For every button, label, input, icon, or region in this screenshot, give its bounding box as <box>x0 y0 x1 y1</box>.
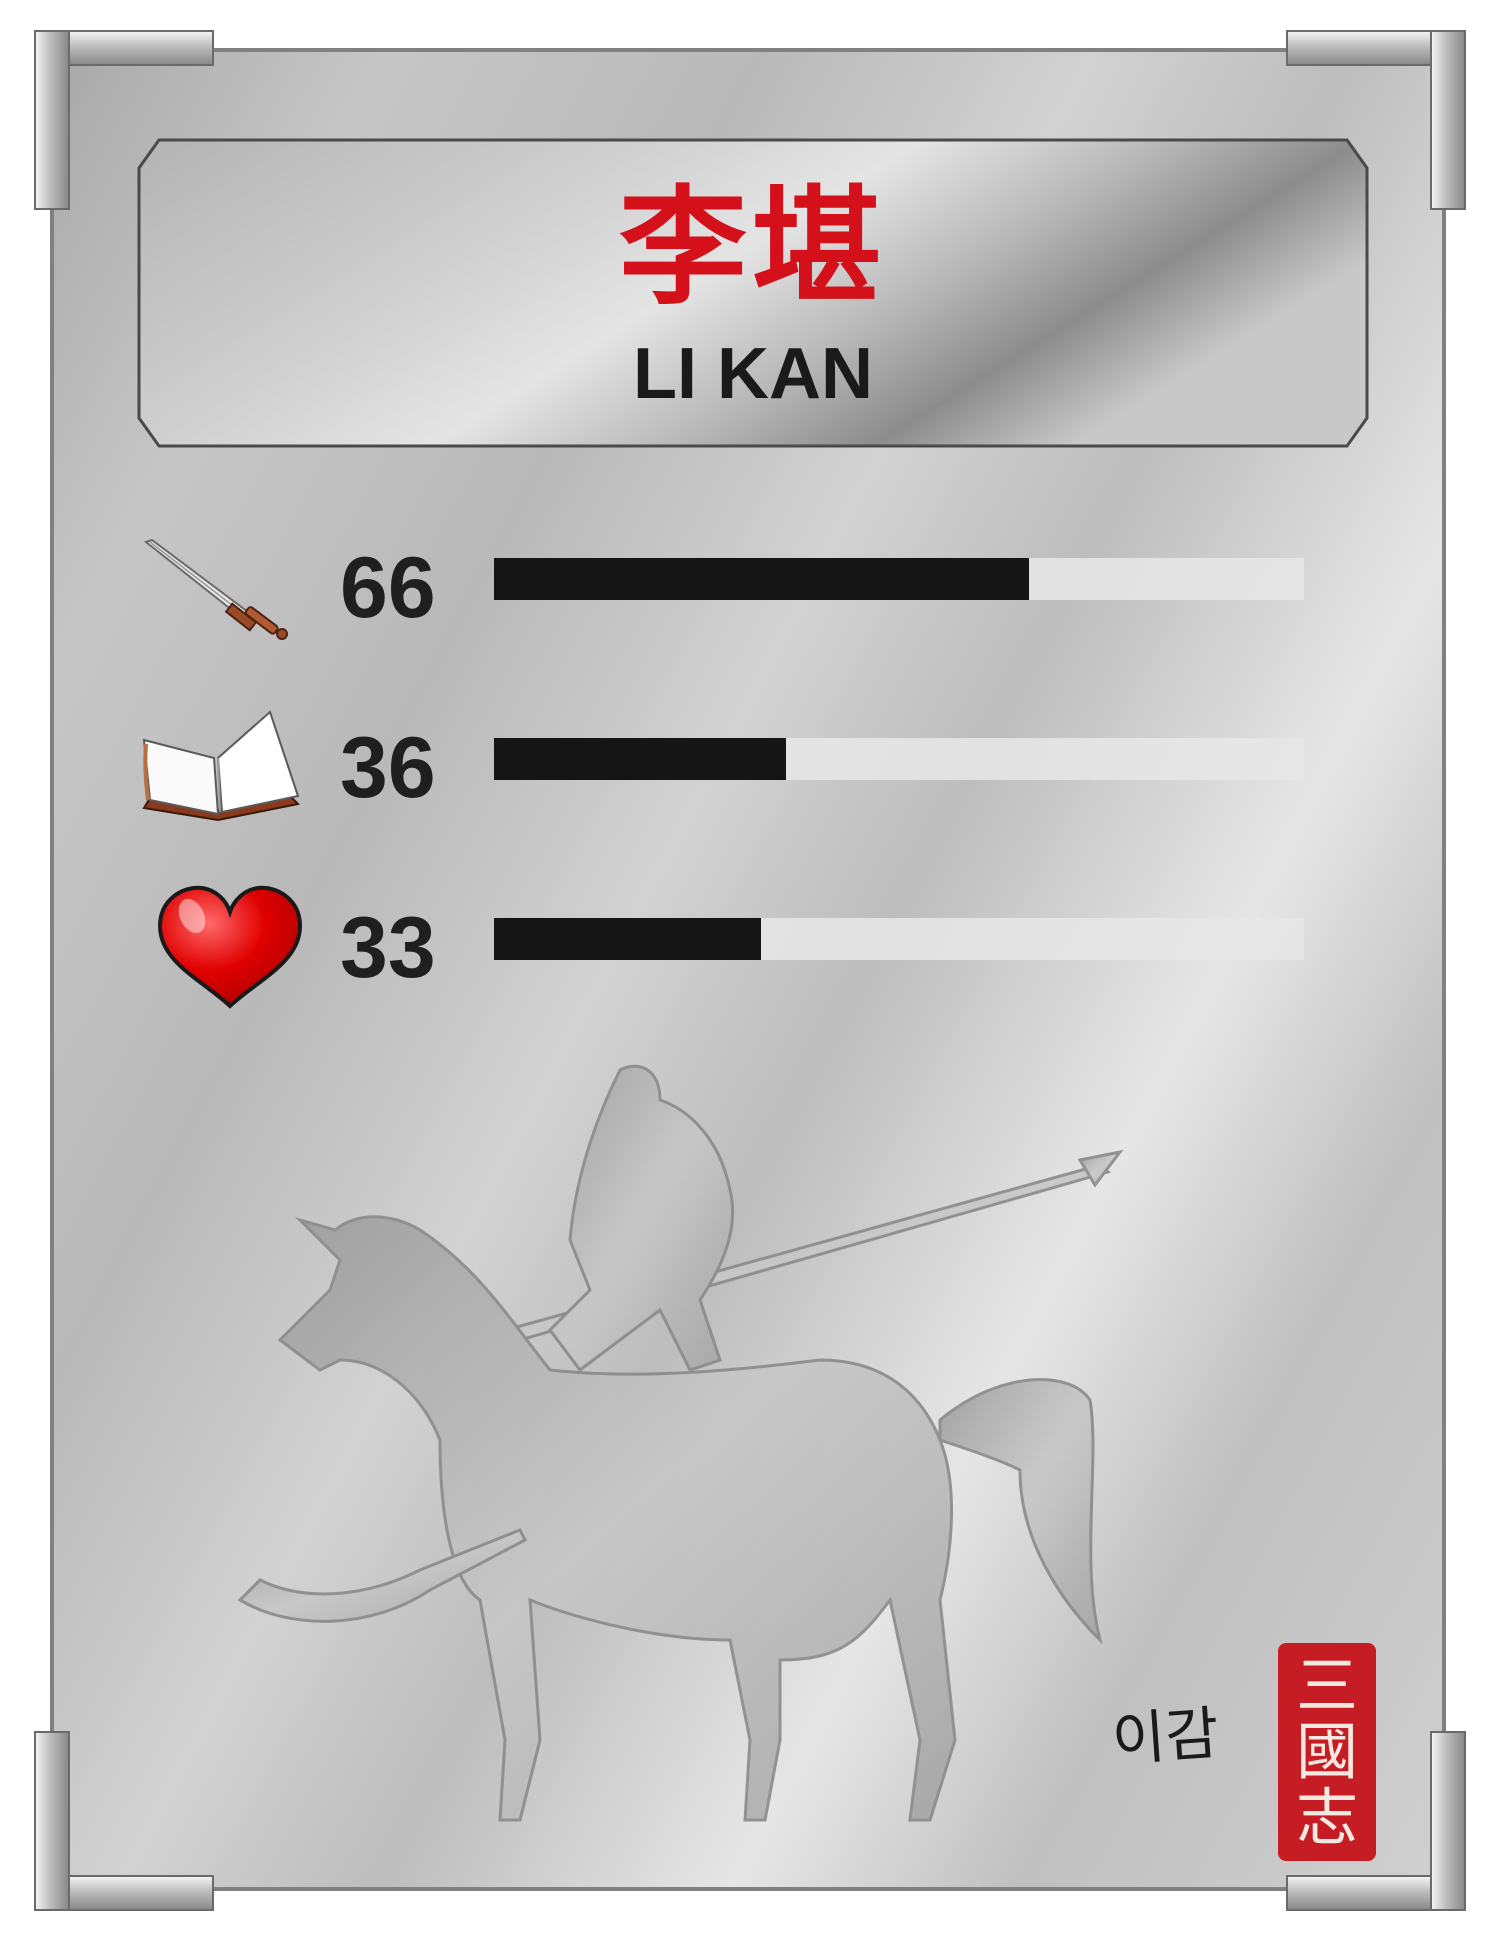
stat-bar-fill-intelligence <box>494 738 786 780</box>
stat-bar-fill-war <box>494 558 1029 600</box>
stat-bar-intelligence <box>494 738 1304 780</box>
stat-row-intelligence: 36 <box>0 700 1500 830</box>
stat-bar-politics <box>494 918 1304 960</box>
horse-rider-silhouette <box>237 1064 1124 1822</box>
character-name-english: LI KAN <box>633 334 873 414</box>
seal-text: 三國志 <box>1295 1649 1358 1854</box>
stat-value-war: 66 <box>340 540 436 636</box>
stat-bar-fill-politics <box>494 918 762 960</box>
stat-value-politics: 33 <box>340 900 436 996</box>
character-card: 李堪 LI KAN 66 36 33 이감 三國志 <box>0 0 1500 1941</box>
character-name-chinese: 李堪 <box>618 174 887 323</box>
book-icon <box>142 710 301 822</box>
stat-row-politics: 33 <box>0 880 1500 1010</box>
corner-bracket-bottom-left <box>34 1731 214 1911</box>
stat-row-war: 66 <box>0 520 1500 650</box>
seal-stamp: 三國志 <box>1278 1643 1376 1861</box>
name-panel: 李堪 LI KAN <box>137 138 1369 448</box>
sword-icon <box>143 538 288 640</box>
heart-icon <box>157 885 303 1009</box>
korean-signature: 이감 <box>1109 1698 1222 1775</box>
stat-bar-war <box>494 558 1304 600</box>
stat-value-intelligence: 36 <box>340 720 436 816</box>
